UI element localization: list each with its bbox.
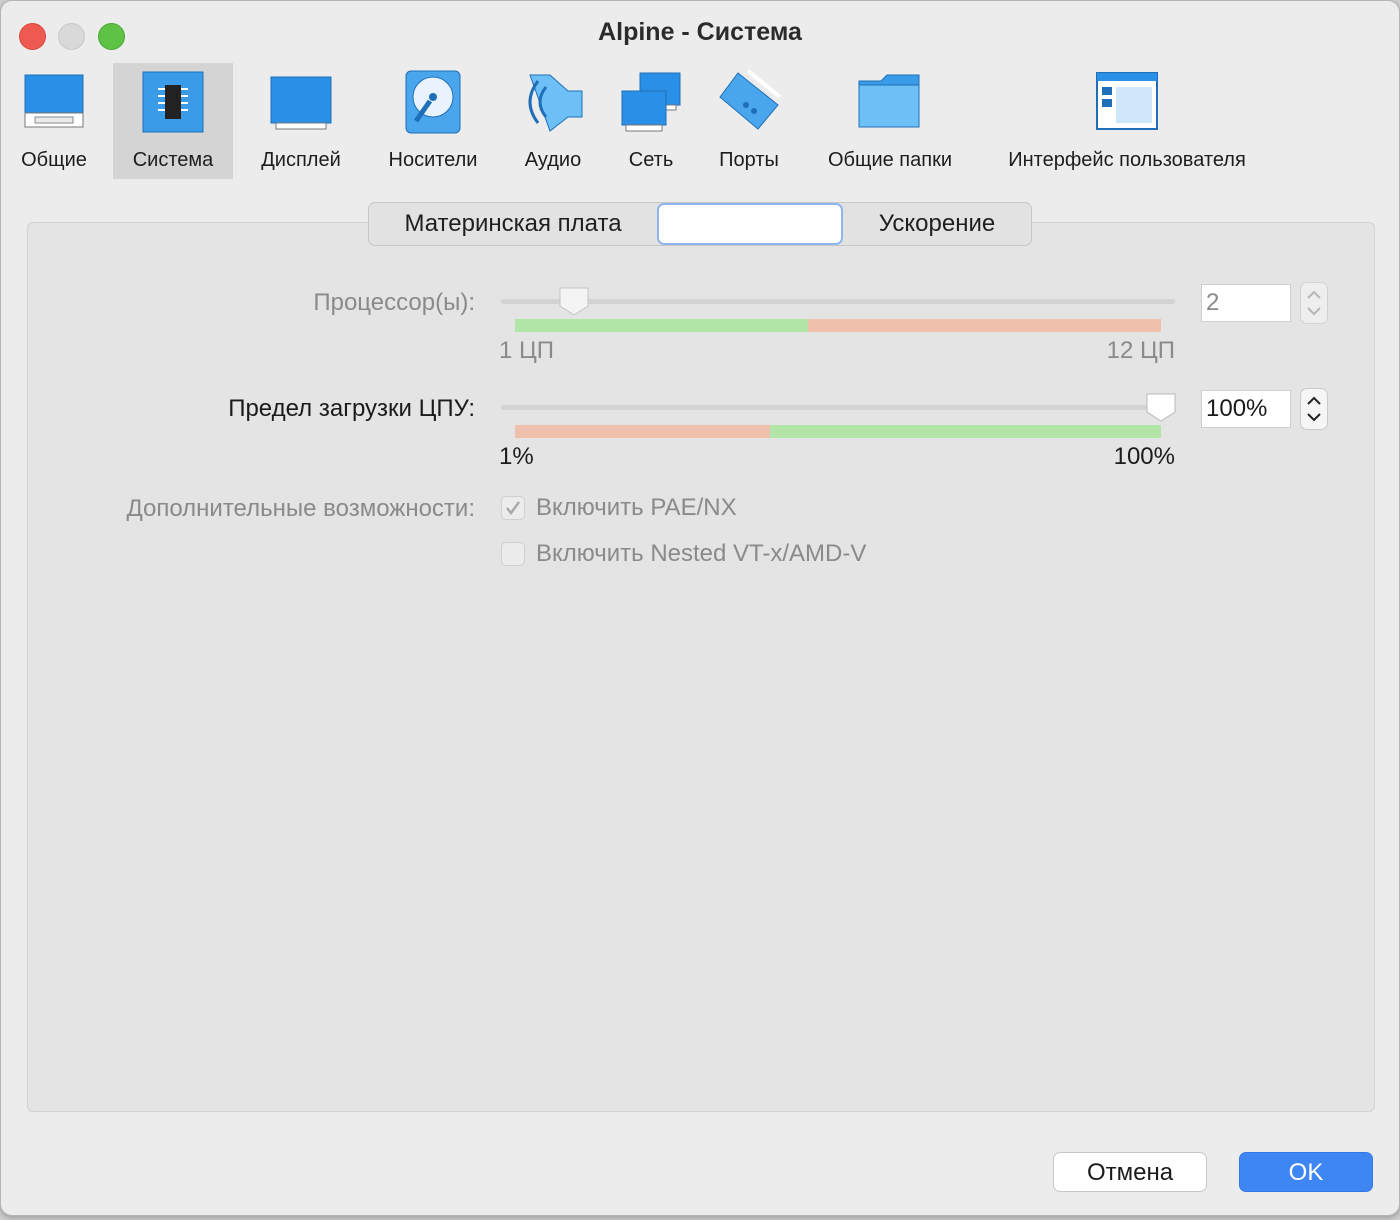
cancel-button[interactable]: Отмена	[1053, 1152, 1207, 1192]
shared-folder-icon	[858, 74, 920, 128]
processors-min-label: 1 ЦП	[499, 337, 555, 364]
ok-button[interactable]: OK	[1239, 1152, 1373, 1192]
stepper-arrows-icon	[1307, 290, 1321, 316]
cpu-limit-value-field[interactable]: 100%	[1201, 390, 1291, 428]
extended-features-label: Дополнительные возможности:	[126, 495, 475, 522]
processors-slider-track[interactable]	[501, 299, 1175, 304]
settings-toolbar: Общие Система Дисплей Носители Аудио Сет…	[1, 63, 1399, 179]
user-interface-icon	[1096, 72, 1158, 130]
nested-vtx-checkbox[interactable]	[501, 542, 525, 566]
toolbar-item-general[interactable]: Общие	[9, 63, 99, 179]
processors-warning-zone	[808, 319, 1161, 332]
general-icon	[24, 74, 84, 128]
cpu-limit-slider-track[interactable]	[501, 405, 1175, 410]
processors-slider-thumb[interactable]	[558, 286, 590, 316]
cpu-limit-max-label: 100%	[1113, 443, 1175, 470]
cpu-limit-safe-zone	[770, 425, 1161, 438]
cpu-limit-slider-thumb[interactable]	[1145, 392, 1177, 422]
toolbar-item-display[interactable]: Дисплей	[249, 63, 353, 179]
tab-acceleration[interactable]: Ускорение	[843, 203, 1031, 245]
toolbar-item-ports[interactable]: Порты	[709, 63, 789, 179]
settings-window: Alpine - Система Общие Система Дисплей Н…	[0, 0, 1400, 1216]
processors-value-field[interactable]: 2	[1201, 284, 1291, 322]
cpu-limit-min-label: 1%	[499, 443, 534, 470]
toolbar-item-network[interactable]: Сеть	[613, 63, 689, 179]
nested-vtx-label: Включить Nested VT-x/AMD-V	[536, 540, 867, 567]
ports-icon	[719, 69, 782, 130]
tab-processor[interactable]	[657, 203, 843, 245]
toolbar-item-shared-folders[interactable]: Общие папки	[815, 63, 965, 179]
cpu-limit-label: Предел загрузки ЦПУ:	[228, 395, 475, 422]
processors-stepper[interactable]	[1300, 282, 1328, 324]
system-tabs: Материнская плата Ускорение	[368, 202, 1032, 246]
cpu-limit-warning-zone	[515, 425, 770, 438]
network-icon	[621, 72, 681, 132]
tab-motherboard[interactable]: Материнская плата	[369, 203, 657, 245]
processors-max-label: 12 ЦП	[1106, 337, 1175, 364]
processors-safe-zone	[515, 319, 808, 332]
stepper-arrows-icon	[1307, 396, 1321, 422]
checkmark-icon	[506, 501, 521, 516]
pae-nx-label: Включить PAE/NX	[536, 494, 737, 521]
toolbar-item-system[interactable]: Система	[113, 63, 233, 179]
toolbar-item-audio[interactable]: Аудио	[509, 63, 597, 179]
cpu-limit-stepper[interactable]	[1300, 388, 1328, 430]
window-title: Alpine - Система	[598, 18, 802, 46]
toolbar-item-storage[interactable]: Носители	[377, 63, 489, 179]
title-bar: Alpine - Система	[1, 1, 1399, 65]
processors-label: Процессор(ы):	[313, 289, 475, 316]
display-icon	[270, 76, 332, 130]
pae-nx-checkbox[interactable]	[501, 496, 525, 520]
storage-disk-icon	[405, 70, 461, 134]
audio-speaker-icon	[528, 74, 583, 132]
toolbar-item-user-interface[interactable]: Интерфейс пользователя	[993, 63, 1261, 179]
system-chip-icon	[142, 71, 204, 133]
